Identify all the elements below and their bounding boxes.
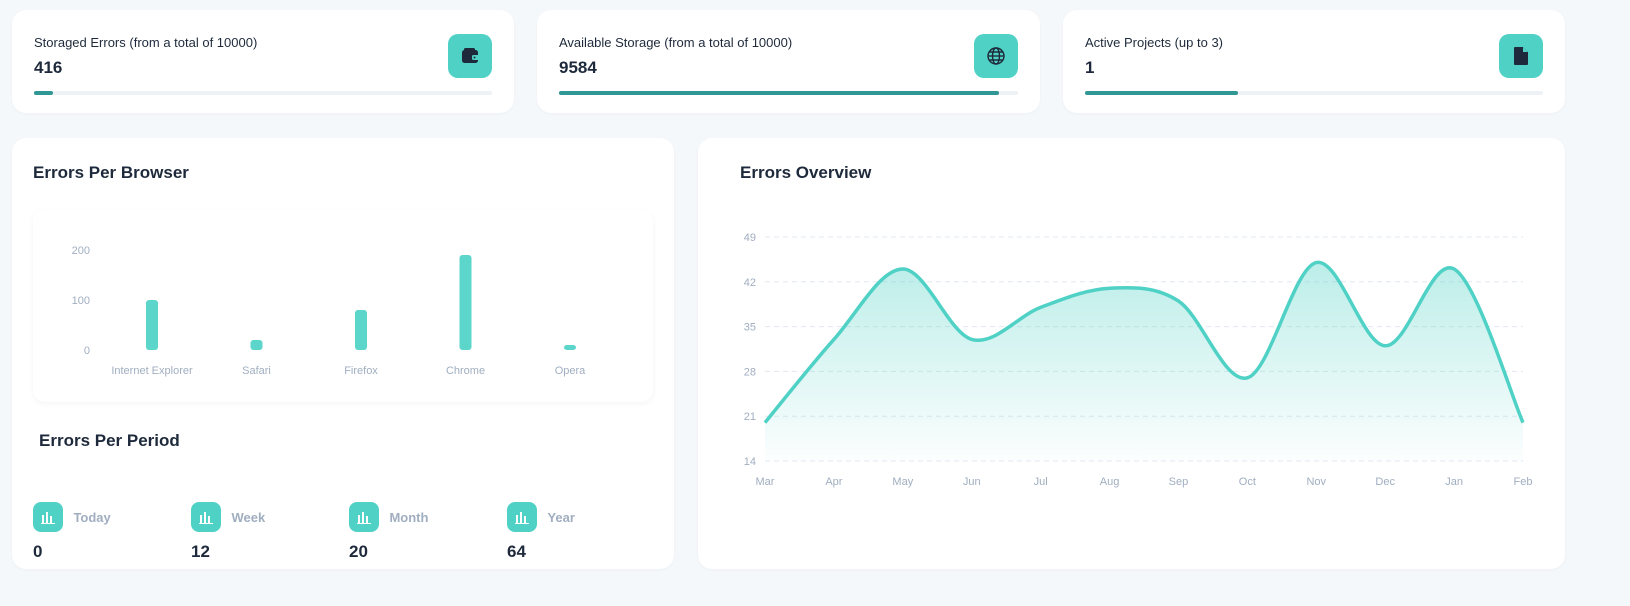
x-tick-label: Apr	[825, 476, 842, 488]
y-tick-label: 49	[744, 232, 756, 244]
x-tick-label: Jul	[1034, 476, 1048, 488]
x-tick-label: Mar	[756, 476, 775, 488]
x-tick-label: Nov	[1306, 476, 1326, 488]
bar[interactable]	[250, 340, 263, 350]
y-tick-label: 35	[744, 322, 756, 334]
period-panel-title: Errors Per Period	[39, 431, 180, 450]
period-value: 12	[191, 542, 210, 561]
y-tick-label: 21	[744, 411, 756, 423]
globe-icon	[974, 34, 1018, 78]
progress-fill	[559, 91, 999, 95]
period-value: 0	[33, 542, 43, 561]
period-label: Week	[231, 509, 266, 525]
bar[interactable]	[355, 310, 367, 350]
x-tick-label: Jun	[963, 476, 981, 488]
y-tick-label: 0	[84, 345, 90, 357]
x-tick-label: May	[892, 476, 913, 488]
x-tick-label: Feb	[1514, 476, 1533, 488]
stat-label: Active Projects (up to 3)	[1085, 35, 1223, 50]
y-tick-label: 42	[744, 277, 756, 289]
stat-label: Storaged Errors (from a total of 10000)	[34, 35, 258, 50]
bar[interactable]	[146, 300, 158, 350]
x-tick-label: Jan	[1445, 476, 1463, 488]
period-week: Week 12	[191, 502, 265, 562]
period-label: Month	[389, 509, 429, 525]
period-year: Year 64	[507, 502, 575, 562]
stat-value: 1	[1085, 58, 1095, 77]
browser-bar-chart: 0 100 200 Internet Explorer Safari Firefox Chr…	[72, 245, 587, 377]
period-today: Today 0	[33, 502, 111, 562]
y-tick-label: 14	[744, 456, 756, 468]
period-month: Month 20	[349, 502, 428, 562]
progress-fill	[34, 91, 54, 95]
period-label: Year	[547, 509, 575, 525]
progress-fill	[1085, 91, 1238, 95]
overview-panel-title: Errors Overview	[740, 163, 872, 182]
x-tick-label: Oct	[1239, 476, 1256, 488]
y-tick-label: 100	[72, 295, 90, 307]
y-tick-label: 200	[72, 245, 90, 257]
stat-value: 416	[34, 58, 63, 77]
period-value: 20	[349, 542, 368, 561]
stat-card-errors: Storaged Errors (from a total of 10000) …	[12, 10, 514, 113]
x-tick-label: Aug	[1100, 476, 1120, 488]
bar-chart-icon	[33, 502, 63, 532]
file-icon	[1499, 34, 1543, 78]
y-tick-label: 28	[744, 366, 756, 378]
stat-value: 9584	[559, 58, 597, 77]
bar-chart-icon	[507, 502, 537, 532]
bar-chart-icon	[349, 502, 379, 532]
stat-card-storage: Available Storage (from a total of 10000…	[537, 10, 1040, 113]
period-label: Today	[73, 509, 111, 525]
area-fill	[765, 262, 1523, 461]
bar-chart-icon	[191, 502, 221, 532]
x-tick-label: Internet Explorer	[111, 365, 193, 377]
bar[interactable]	[459, 255, 472, 350]
period-value: 64	[507, 542, 526, 561]
browser-panel-title: Errors Per Browser	[33, 163, 189, 182]
x-tick-label: Firefox	[344, 365, 378, 377]
wallet-icon	[448, 34, 492, 78]
x-tick-label: Sep	[1169, 476, 1189, 488]
x-tick-label: Safari	[242, 365, 271, 377]
overview-area-chart: 14 21 28 35 42 49 Mar Apr May Jun Jul Aug Sep Oct Nov D…	[744, 232, 1533, 488]
stat-label: Available Storage (from a total of 10000…	[559, 35, 793, 50]
bar[interactable]	[564, 345, 576, 350]
stat-card-projects: Active Projects (up to 3) 1	[1063, 10, 1565, 113]
x-tick-label: Opera	[555, 365, 586, 377]
progress-bar	[1085, 91, 1543, 95]
x-tick-label: Chrome	[446, 365, 485, 377]
x-tick-label: Dec	[1375, 476, 1395, 488]
progress-bar	[34, 91, 492, 95]
progress-bar	[559, 91, 1018, 95]
